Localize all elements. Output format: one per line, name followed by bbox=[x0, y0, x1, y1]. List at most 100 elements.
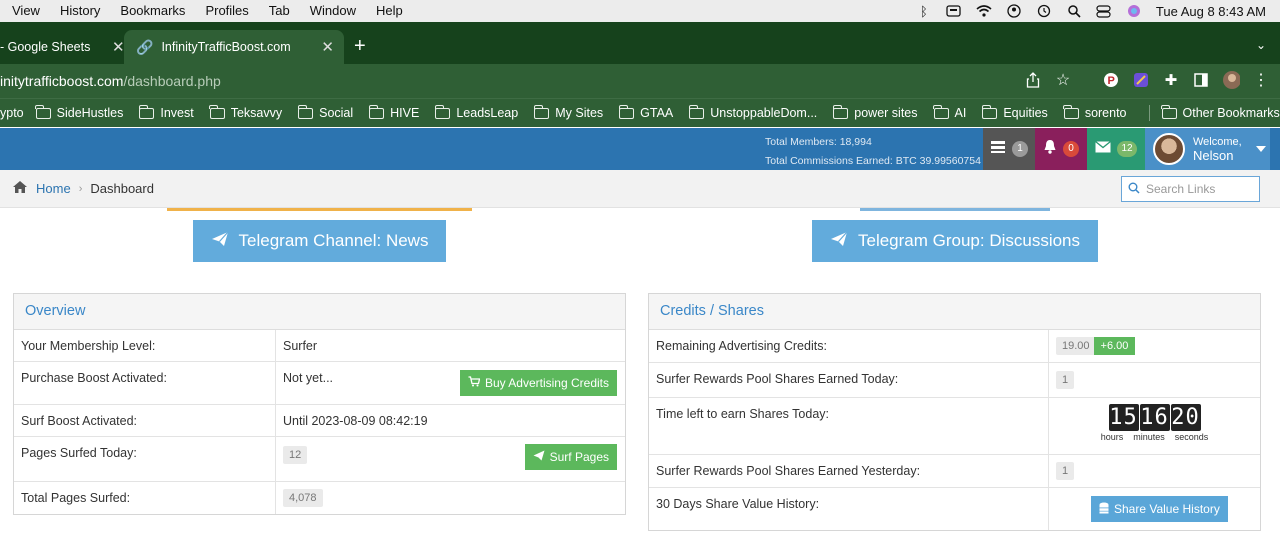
more-menu-icon[interactable]: ⋮ bbox=[1252, 71, 1270, 89]
button-label: Share Value History bbox=[1114, 502, 1220, 516]
overview-panel: Overview Your Membership Level: Surfer P… bbox=[13, 293, 626, 515]
menu-window[interactable]: Window bbox=[300, 0, 366, 22]
chevron-right-icon: › bbox=[78, 182, 83, 195]
home-icon[interactable] bbox=[12, 180, 28, 197]
countdown-label: minutes bbox=[1133, 432, 1165, 442]
telegram-group-button[interactable]: Telegram Group: Discussions bbox=[812, 220, 1098, 262]
address-bar: initytrafficboost.com/dashboard.php ☆ P … bbox=[0, 64, 1280, 98]
bookmark-label: Teksavvy bbox=[230, 106, 283, 120]
control-center-icon[interactable] bbox=[1096, 4, 1112, 18]
bookmark-label: Equities bbox=[1003, 106, 1048, 120]
credits-title: Credits / Shares bbox=[649, 294, 1260, 330]
url-field[interactable]: initytrafficboost.com/dashboard.php bbox=[0, 64, 221, 98]
tab-search-chevron-icon[interactable]: ⌄ bbox=[1256, 38, 1266, 52]
folder-icon bbox=[933, 104, 949, 119]
bookmark-folder-hive[interactable]: HIVE bbox=[368, 104, 419, 120]
countdown-labels: hours minutes seconds bbox=[1056, 432, 1253, 442]
close-tab-icon[interactable]: ✕ bbox=[321, 38, 334, 56]
bookmark-folder-other[interactable]: Other Bookmarks bbox=[1161, 104, 1280, 120]
extension-color-icon[interactable] bbox=[1132, 71, 1150, 89]
row-value: 1 bbox=[1049, 363, 1260, 397]
menu-view[interactable]: View bbox=[0, 0, 50, 22]
menu-history[interactable]: History bbox=[50, 0, 110, 22]
bookmark-folder-equities[interactable]: Equities bbox=[981, 104, 1048, 120]
user-menu[interactable]: Welcome, Nelson bbox=[1145, 128, 1270, 170]
surf-pages-button[interactable]: Surf Pages bbox=[524, 444, 617, 470]
input-source-icon[interactable] bbox=[946, 4, 962, 18]
tab-google-sheets[interactable]: - Google Sheets bbox=[0, 30, 120, 64]
wifi-icon[interactable] bbox=[976, 4, 992, 18]
close-tab-icon[interactable]: ✕ bbox=[112, 38, 125, 56]
folder-icon bbox=[688, 104, 705, 119]
menu-profiles[interactable]: Profiles bbox=[195, 0, 258, 22]
bookmark-folder-unstoppable[interactable]: UnstoppableDom... bbox=[688, 104, 817, 120]
paper-plane-icon bbox=[533, 450, 545, 464]
clock[interactable]: Tue Aug 8 8:43 AM bbox=[1156, 4, 1266, 19]
tab-infinitytrafficboost[interactable]: 🔗 InfinityTrafficBoost.com ✕ bbox=[124, 30, 344, 64]
search-links-input[interactable]: Search Links bbox=[1121, 176, 1260, 202]
time-machine-icon[interactable] bbox=[1036, 4, 1052, 18]
extension-lastpass-icon[interactable]: P bbox=[1102, 71, 1120, 89]
row-value: 1 bbox=[1049, 455, 1260, 487]
bookmark-label: Other Bookmarks bbox=[1182, 106, 1280, 120]
bookmark-folder-invest[interactable]: Invest bbox=[138, 104, 194, 120]
bookmark-folder-sorento[interactable]: sorento bbox=[1063, 104, 1127, 120]
url-path: /dashboard.php bbox=[123, 73, 221, 89]
sidebar-toggle-icon[interactable] bbox=[1192, 71, 1210, 89]
row-label: Time left to earn Shares Today: bbox=[649, 398, 1049, 454]
bookmark-folder-sidehustles[interactable]: SideHustles bbox=[35, 104, 123, 120]
credits-bonus-badge: +6.00 bbox=[1093, 337, 1136, 355]
welcome-text: Welcome, Nelson bbox=[1193, 136, 1242, 162]
alerts-button[interactable]: 0 bbox=[1035, 128, 1087, 170]
banner-stub-right bbox=[860, 208, 1050, 211]
share-value-history-button[interactable]: Share Value History bbox=[1091, 496, 1228, 522]
menu-tab[interactable]: Tab bbox=[259, 0, 300, 22]
breadcrumb-home-link[interactable]: Home bbox=[36, 181, 71, 196]
buy-advertising-credits-button[interactable]: Buy Advertising Credits bbox=[459, 370, 617, 396]
extensions-puzzle-icon[interactable]: ✚ bbox=[1162, 71, 1180, 89]
user-icon[interactable] bbox=[1006, 4, 1022, 18]
telegram-group-label: Telegram Group: Discussions bbox=[857, 231, 1081, 250]
bluetooth-icon[interactable]: ᛒ bbox=[916, 4, 932, 19]
tasks-button[interactable]: 1 bbox=[983, 128, 1035, 170]
bookmark-folder-leadsleap[interactable]: LeadsLeap bbox=[434, 104, 519, 120]
table-row: Surfer Rewards Pool Shares Earned Today:… bbox=[649, 363, 1260, 398]
folder-icon bbox=[1161, 104, 1177, 119]
share-icon[interactable] bbox=[1024, 71, 1042, 89]
bookmark-folder-my-sites[interactable]: My Sites bbox=[533, 104, 603, 120]
bookmark-folder-power-sites[interactable]: power sites bbox=[832, 104, 918, 120]
profile-avatar-icon[interactable] bbox=[1222, 71, 1240, 89]
total-members: Total Members: 18,994 bbox=[765, 136, 872, 148]
new-tab-button[interactable]: + bbox=[354, 36, 366, 56]
paper-plane-icon bbox=[211, 231, 229, 252]
bookmarks-divider bbox=[1148, 105, 1150, 121]
bookmark-label: LeadsLeap bbox=[456, 106, 519, 120]
bookmark-star-icon[interactable]: ☆ bbox=[1054, 71, 1072, 89]
search-icon bbox=[1128, 182, 1140, 197]
tasks-badge: 1 bbox=[1012, 141, 1028, 157]
breadcrumb-current: Dashboard bbox=[90, 181, 154, 196]
bookmark-folder-crypto[interactable]: ypto bbox=[0, 106, 24, 120]
messages-button[interactable]: 12 bbox=[1087, 128, 1145, 170]
alerts-badge: 0 bbox=[1063, 141, 1079, 157]
breadcrumb: Home › Dashboard bbox=[12, 180, 154, 197]
bookmark-folder-social[interactable]: Social bbox=[297, 104, 353, 120]
pages-surfed-today: 12 bbox=[283, 446, 308, 464]
bookmark-folder-gtaa[interactable]: GTAA bbox=[618, 104, 673, 120]
bookmark-folder-ai[interactable]: AI bbox=[933, 104, 966, 120]
row-label: 30 Days Share Value History: bbox=[649, 488, 1049, 530]
bell-icon bbox=[1043, 139, 1057, 159]
bookmark-folder-teksavvy[interactable]: Teksavvy bbox=[209, 104, 283, 120]
row-value: Share Value History bbox=[1049, 488, 1260, 530]
menu-help[interactable]: Help bbox=[366, 0, 413, 22]
telegram-channel-button[interactable]: Telegram Channel: News bbox=[193, 220, 446, 262]
countdown-hours: 15 bbox=[1108, 404, 1139, 431]
url-host: initytrafficboost.com bbox=[0, 73, 124, 89]
menu-bookmarks[interactable]: Bookmarks bbox=[110, 0, 195, 22]
siri-icon[interactable] bbox=[1126, 4, 1142, 18]
spotlight-search-icon[interactable] bbox=[1066, 4, 1082, 18]
row-value: 19.00 +6.00 bbox=[1049, 330, 1260, 362]
credits-shares-panel: Credits / Shares Remaining Advertising C… bbox=[648, 293, 1261, 531]
total-pages-surfed: 4,078 bbox=[283, 489, 323, 507]
